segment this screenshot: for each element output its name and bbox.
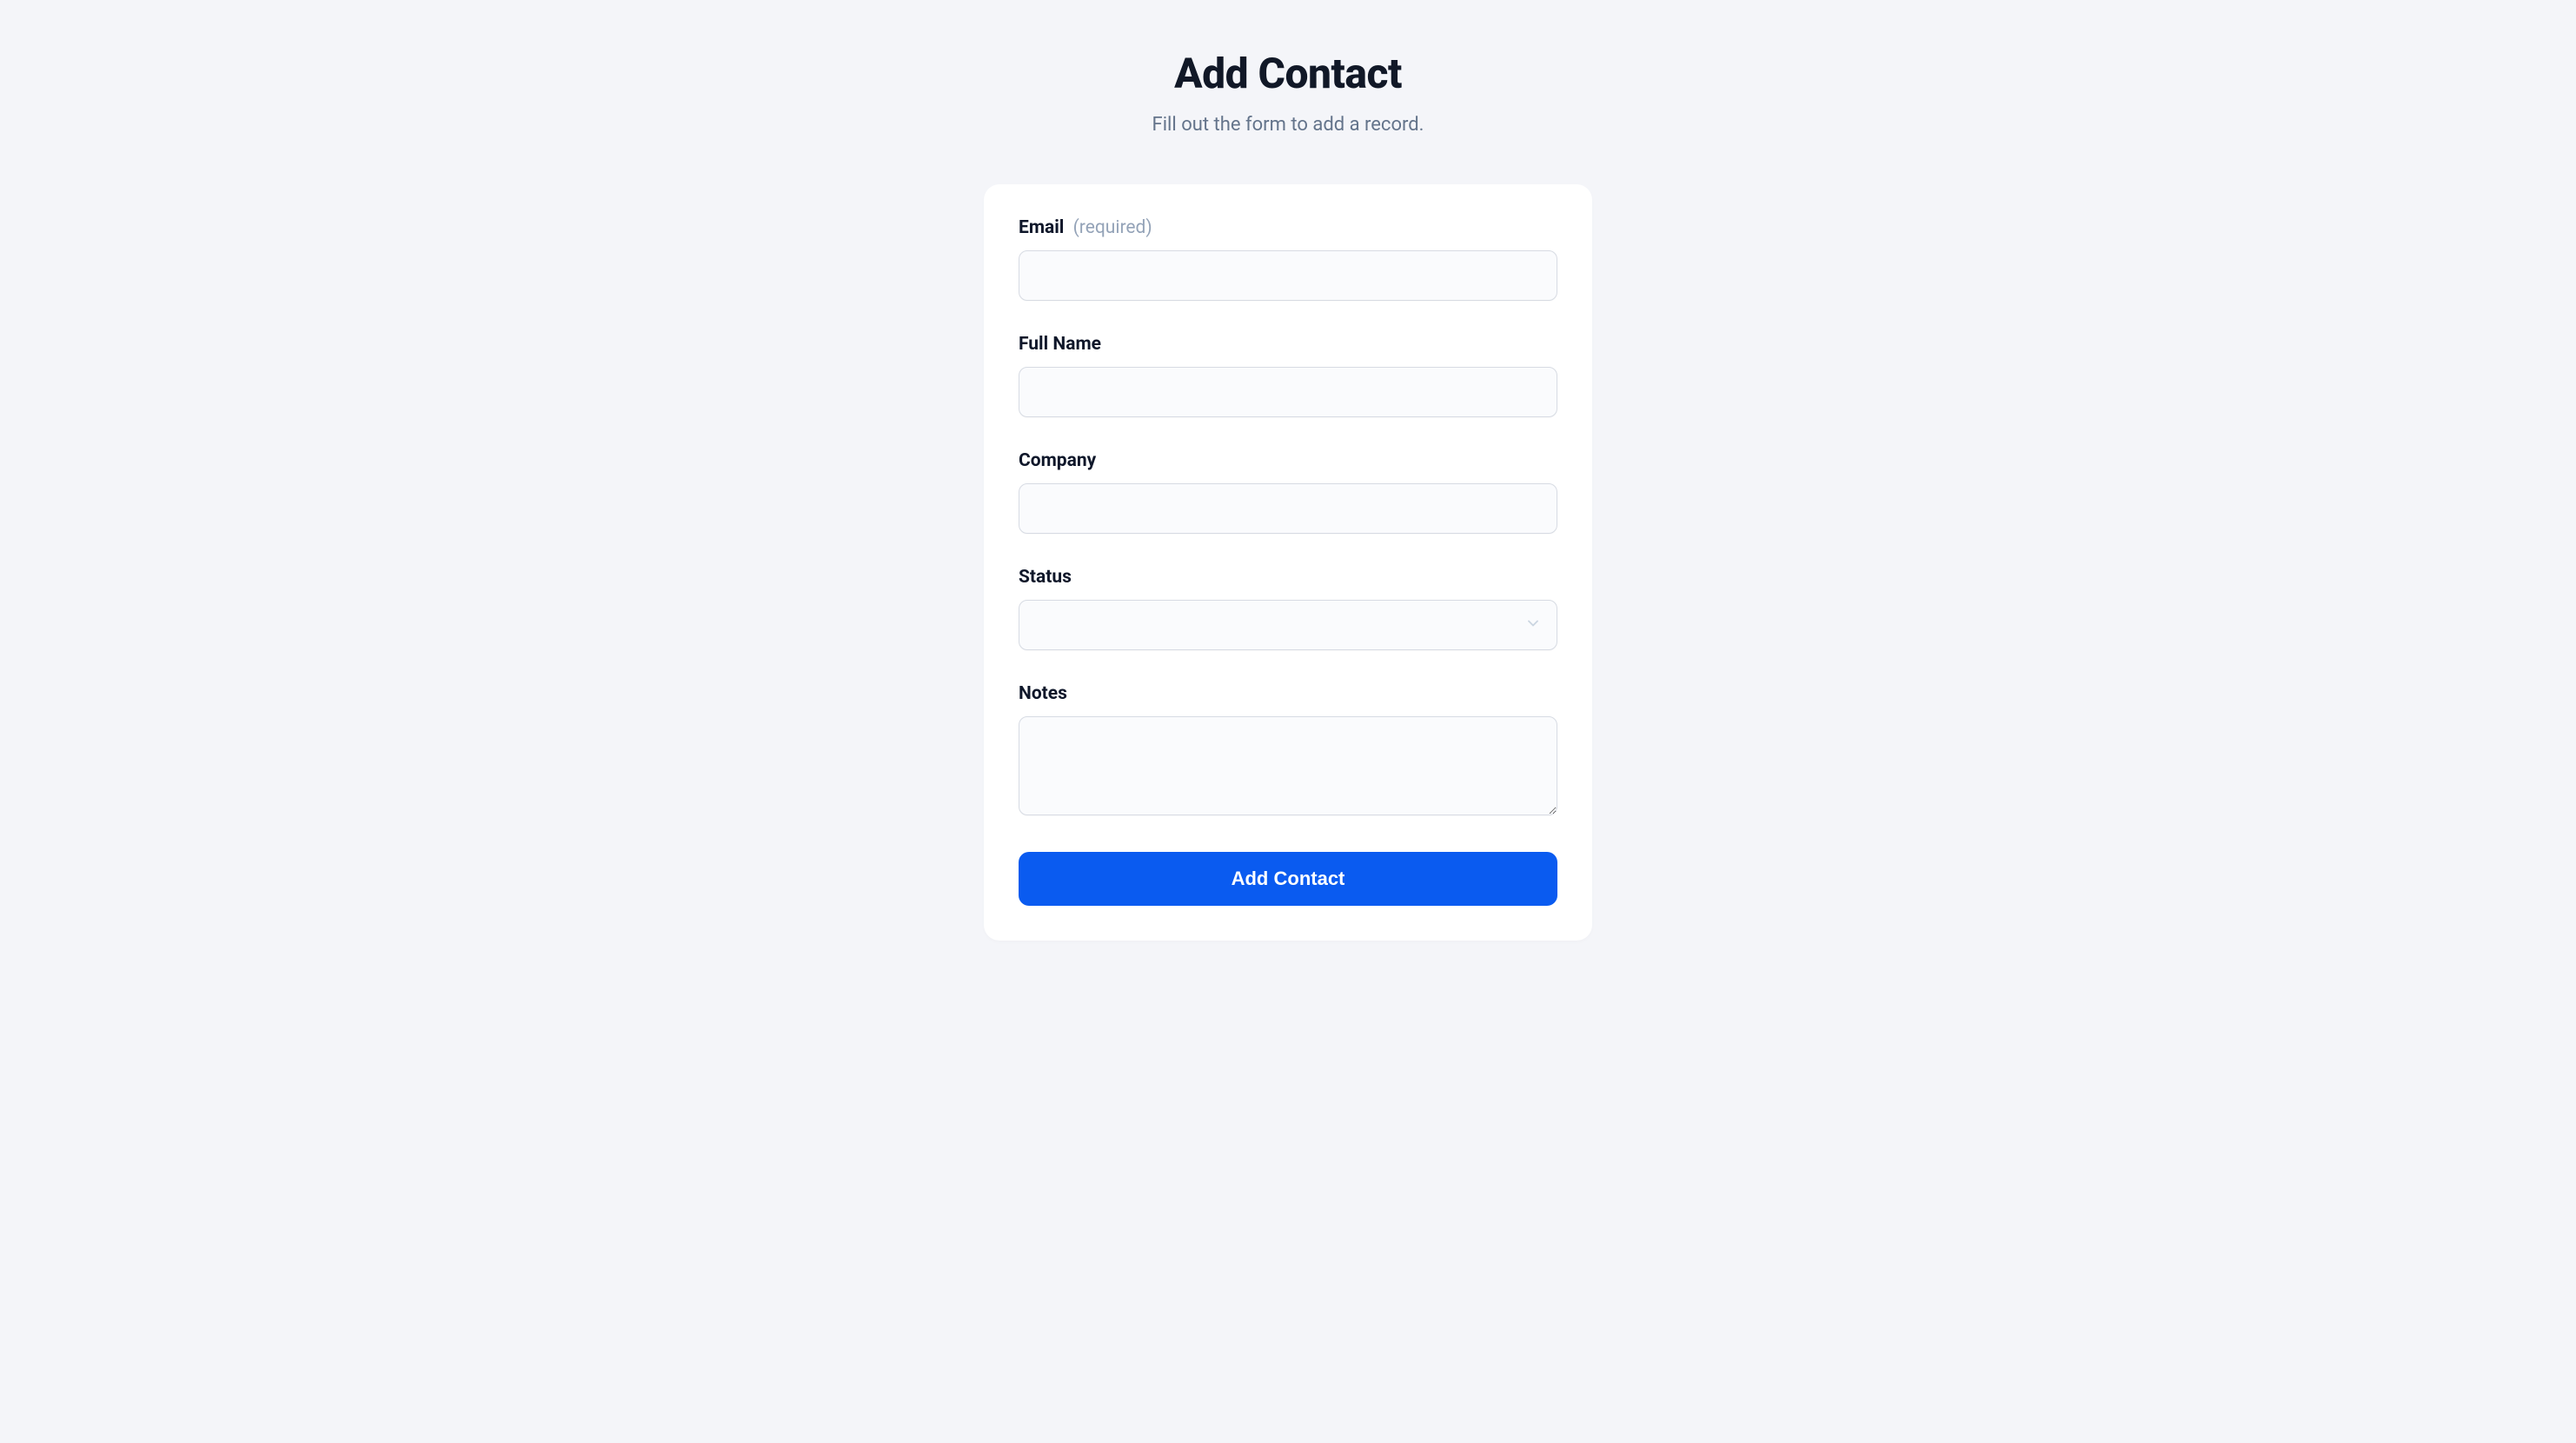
full-name-label: Full Name xyxy=(1019,334,1557,355)
field-email: Email (required) xyxy=(1019,217,1557,301)
full-name-input[interactable] xyxy=(1019,367,1557,417)
status-select-wrapper xyxy=(1019,600,1557,650)
field-status: Status xyxy=(1019,567,1557,650)
status-label: Status xyxy=(1019,567,1557,588)
page-title: Add Contact xyxy=(0,49,2576,98)
email-required-tag: (required) xyxy=(1073,217,1152,238)
notes-textarea[interactable] xyxy=(1019,716,1557,815)
company-input[interactable] xyxy=(1019,483,1557,534)
page-subtitle: Fill out the form to add a record. xyxy=(0,114,2576,136)
status-select[interactable] xyxy=(1019,600,1557,650)
notes-label: Notes xyxy=(1019,683,1557,704)
company-label: Company xyxy=(1019,450,1557,471)
field-company: Company xyxy=(1019,450,1557,534)
email-input[interactable] xyxy=(1019,250,1557,301)
add-contact-button[interactable]: Add Contact xyxy=(1019,852,1557,906)
field-full-name: Full Name xyxy=(1019,334,1557,417)
field-notes: Notes xyxy=(1019,683,1557,819)
form-card: Email (required) Full Name Company Statu… xyxy=(984,184,1592,941)
email-label: Email (required) xyxy=(1019,217,1557,238)
page-header: Add Contact Fill out the form to add a r… xyxy=(0,49,2576,136)
email-label-text: Email xyxy=(1019,217,1064,238)
